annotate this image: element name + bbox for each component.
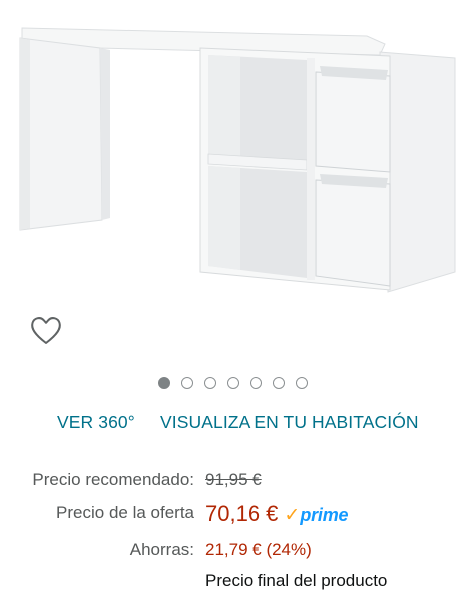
wishlist-heart-icon[interactable]: [28, 313, 64, 347]
recommended-price-label: Precio recomendado:: [32, 470, 194, 489]
view-in-room-link[interactable]: VISUALIZA EN TU HABITACIÓN: [160, 412, 419, 433]
recommended-price-value: 91,95 €: [205, 470, 262, 489]
prime-check-icon: ✓: [284, 505, 301, 526]
carousel-dot[interactable]: [273, 377, 285, 389]
carousel-dot[interactable]: [204, 377, 216, 389]
offer-price-group: 70,16 € ✓prime: [205, 501, 349, 527]
carousel-dot[interactable]: [250, 377, 262, 389]
carousel-dot[interactable]: [181, 377, 193, 389]
savings-value: 21,79 € (24%): [205, 540, 312, 559]
offer-price-value: 70,16 €: [205, 501, 279, 526]
final-price-note: Precio final del producto: [205, 571, 388, 590]
savings-label: Ahorras:: [129, 540, 194, 559]
carousel-dot[interactable]: [296, 377, 308, 389]
offer-price-label: Precio de la oferta: [56, 503, 194, 522]
view-360-link[interactable]: VER 360°: [57, 412, 135, 433]
carousel-indicator: [158, 377, 308, 389]
carousel-dot[interactable]: [227, 377, 239, 389]
carousel-dot[interactable]: [158, 377, 170, 389]
prime-logo: prime: [300, 505, 349, 525]
product-image[interactable]: [0, 0, 475, 310]
